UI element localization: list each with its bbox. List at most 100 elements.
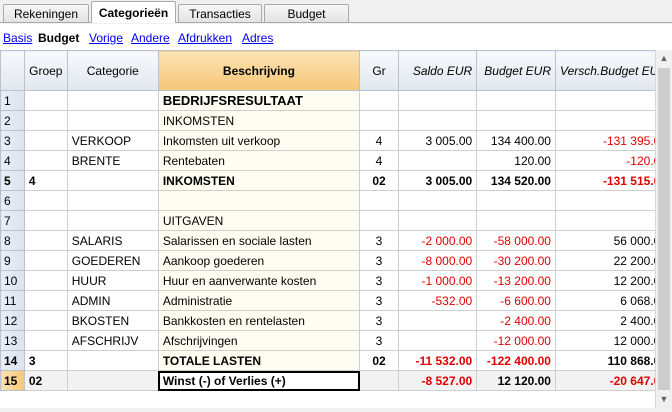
budget-cell[interactable]: 134 400.00 — [476, 130, 556, 151]
row-number-cell[interactable]: 13 — [0, 330, 25, 351]
beschrijving-cell[interactable]: UITGAVEN — [157, 210, 361, 231]
row-number-cell[interactable]: 12 — [0, 310, 25, 331]
categorie-cell[interactable]: VERKOOP — [66, 130, 159, 151]
groep-cell[interactable] — [23, 270, 68, 291]
table-row[interactable]: 1 BEDRIJFSRESULTAAT — [0, 90, 672, 111]
gr-cell[interactable]: 3 — [359, 330, 399, 351]
budget-cell[interactable]: -13 200.00 — [476, 270, 556, 291]
beschrijving-cell[interactable]: Bankkosten en rentelasten — [157, 310, 361, 331]
groep-cell[interactable] — [23, 190, 68, 211]
categorie-cell[interactable]: BKOSTEN — [66, 310, 159, 331]
saldo-cell[interactable] — [397, 330, 478, 351]
groep-cell[interactable] — [23, 210, 68, 231]
groep-cell[interactable] — [23, 90, 68, 111]
saldo-cell[interactable]: -532.00 — [397, 290, 478, 311]
beschrijving-cell[interactable]: INKOMSTEN — [157, 170, 361, 191]
column-header-saldo[interactable]: Saldo EUR — [397, 50, 478, 91]
beschrijving-cell[interactable]: Inkomsten uit verkoop — [157, 130, 361, 151]
budget-cell[interactable]: -6 600.00 — [476, 290, 556, 311]
view-vorige-link[interactable]: Vorige — [89, 31, 123, 45]
beschrijving-cell[interactable]: BEDRIJFSRESULTAAT — [157, 90, 361, 111]
row-number-cell[interactable]: 4 — [0, 150, 25, 171]
table-row[interactable]: 8 SALARIS Salarissen en sociale lasten 3 -2 … — [0, 230, 672, 251]
categorie-cell[interactable] — [66, 210, 159, 231]
row-number-cell[interactable]: 10 — [0, 270, 25, 291]
categorie-cell[interactable]: ADMIN — [66, 290, 159, 311]
beschrijving-cell[interactable]: INKOMSTEN — [157, 110, 361, 131]
saldo-cell[interactable] — [397, 150, 478, 171]
table-row[interactable]: 7 UITGAVEN — [0, 210, 672, 231]
row-number-cell[interactable]: 8 — [0, 230, 25, 251]
scrollbar-thumb[interactable] — [658, 68, 670, 390]
gr-cell[interactable]: 3 — [359, 270, 399, 291]
budget-cell[interactable]: -12 000.00 — [476, 330, 556, 351]
view-afdrukken-link[interactable]: Afdrukken — [178, 31, 232, 45]
gr-cell[interactable]: 02 — [359, 350, 399, 371]
groep-cell[interactable]: 02 — [23, 370, 68, 391]
tab-budget[interactable]: Budget — [264, 4, 349, 22]
saldo-cell[interactable] — [397, 110, 478, 131]
categorie-cell[interactable]: SALARIS — [66, 230, 159, 251]
row-number-cell[interactable]: 11 — [0, 290, 25, 311]
categorie-cell[interactable] — [66, 190, 159, 211]
groep-cell[interactable] — [23, 150, 68, 171]
beschrijving-cell[interactable] — [157, 190, 361, 211]
budget-cell[interactable] — [476, 210, 556, 231]
corner-header-cell[interactable] — [0, 50, 25, 91]
budget-cell[interactable]: -122 400.00 — [476, 350, 556, 371]
row-number-cell[interactable]: 3 — [0, 130, 25, 151]
categorie-cell[interactable] — [66, 90, 159, 111]
saldo-cell[interactable]: -8 527.00 — [397, 370, 478, 391]
budget-cell[interactable]: -58 000.00 — [476, 230, 556, 251]
beschrijving-cell[interactable]: Administratie — [157, 290, 361, 311]
row-number-cell[interactable]: 5 — [0, 170, 25, 191]
gr-cell[interactable] — [359, 90, 399, 111]
categorie-cell[interactable]: GOEDEREN — [66, 250, 159, 271]
gr-cell[interactable]: 02 — [359, 170, 399, 191]
groep-cell[interactable] — [23, 130, 68, 151]
saldo-cell[interactable]: -2 000.00 — [397, 230, 478, 251]
view-basis-link[interactable]: Basis — [3, 31, 32, 45]
row-number-cell[interactable]: 6 — [0, 190, 25, 211]
tab-rekeningen[interactable]: Rekeningen — [3, 4, 89, 22]
gr-cell[interactable]: 3 — [359, 310, 399, 331]
column-header-categorie[interactable]: Categorie — [66, 50, 159, 91]
categorie-cell[interactable] — [66, 350, 159, 371]
vertical-scrollbar[interactable]: ▲ ▼ — [655, 50, 672, 408]
row-number-cell[interactable]: 9 — [0, 250, 25, 271]
beschrijving-cell[interactable]: TOTALE LASTEN — [157, 350, 361, 371]
saldo-cell[interactable]: 3 005.00 — [397, 170, 478, 191]
groep-cell[interactable] — [23, 290, 68, 311]
beschrijving-cell[interactable]: Aankoop goederen — [157, 250, 361, 271]
gr-cell[interactable]: 3 — [359, 290, 399, 311]
saldo-cell[interactable]: -11 532.00 — [397, 350, 478, 371]
categorie-cell[interactable]: HUUR — [66, 270, 159, 291]
view-adres-link[interactable]: Adres — [242, 31, 273, 45]
budget-cell[interactable]: -30 200.00 — [476, 250, 556, 271]
column-header-beschrijving[interactable]: Beschrijving — [157, 50, 361, 91]
beschrijving-cell[interactable]: Rentebaten — [157, 150, 361, 171]
budget-cell[interactable]: 134 520.00 — [476, 170, 556, 191]
table-row[interactable]: 2 INKOMSTEN — [0, 110, 672, 131]
view-budget-current[interactable]: Budget — [38, 31, 79, 45]
table-row[interactable]: 4 BRENTE Rentebaten 4 120.00 -120.00 — [0, 150, 672, 171]
table-row[interactable]: 10 HUUR Huur en aanverwante kosten 3 -1 000.… — [0, 270, 672, 291]
gr-cell[interactable]: 4 — [359, 130, 399, 151]
groep-cell[interactable] — [23, 250, 68, 271]
saldo-cell[interactable]: 3 005.00 — [397, 130, 478, 151]
table-row[interactable]: 14 3 TOTALE LASTEN 02 -11 532.00 -122 400.00 1… — [0, 350, 672, 371]
groep-cell[interactable] — [23, 310, 68, 331]
table-row[interactable]: 5 4 INKOMSTEN 02 3 005.00 134 520.00 -131 515.… — [0, 170, 672, 191]
budget-cell[interactable] — [476, 110, 556, 131]
categorie-cell[interactable] — [66, 170, 159, 191]
table-row[interactable]: 11 ADMIN Administratie 3 -532.00 -6 600.00 6 0… — [0, 290, 672, 311]
row-number-cell[interactable]: 14 — [0, 350, 25, 371]
table-row[interactable]: 6 — [0, 190, 672, 211]
gr-cell[interactable] — [359, 190, 399, 211]
budget-cell[interactable] — [476, 90, 556, 111]
table-row[interactable]: 15 02 Winst (-) of Verlies (+) -8 527.00 12 … — [0, 370, 672, 391]
groep-cell[interactable] — [23, 110, 68, 131]
categorie-cell[interactable]: BRENTE — [66, 150, 159, 171]
row-number-cell[interactable]: 2 — [0, 110, 25, 131]
gr-cell[interactable] — [359, 370, 399, 391]
